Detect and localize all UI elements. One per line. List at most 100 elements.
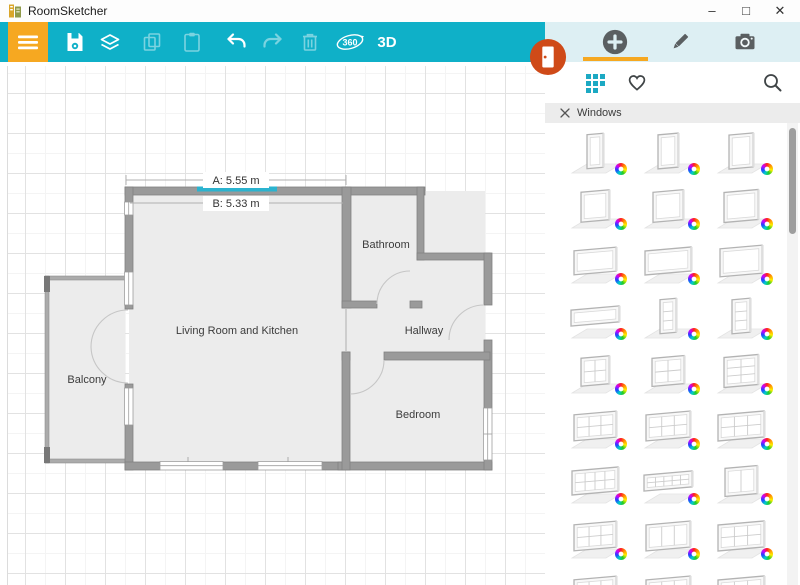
color-wheel-badge[interactable] xyxy=(688,383,700,395)
color-wheel-badge[interactable] xyxy=(615,548,627,560)
room-label-bathroom[interactable]: Bathroom xyxy=(362,239,410,251)
window-thumbnail[interactable] xyxy=(564,511,628,563)
window-thumbnail[interactable] xyxy=(564,456,628,508)
close-category-icon[interactable] xyxy=(557,105,573,121)
color-wheel-badge[interactable] xyxy=(761,493,773,505)
color-wheel-badge[interactable] xyxy=(688,163,700,175)
color-wheel-badge[interactable] xyxy=(761,328,773,340)
color-wheel-badge[interactable] xyxy=(688,548,700,560)
color-wheel-badge[interactable] xyxy=(761,163,773,175)
room-label-balcony[interactable]: Balcony xyxy=(67,374,107,386)
color-wheel-badge[interactable] xyxy=(761,273,773,285)
color-wheel-badge[interactable] xyxy=(615,328,627,340)
pencil-icon xyxy=(668,30,692,54)
tab-draw[interactable] xyxy=(657,22,703,62)
window-thumbnail[interactable] xyxy=(637,511,701,563)
window-thumbnail[interactable] xyxy=(564,401,628,453)
color-wheel-badge[interactable] xyxy=(688,218,700,230)
search-icon xyxy=(761,71,785,95)
window-thumbnail[interactable] xyxy=(637,126,701,178)
color-wheel-badge[interactable] xyxy=(615,438,627,450)
panel-tab-bar xyxy=(545,22,800,62)
delete-button[interactable] xyxy=(291,22,329,62)
close-button[interactable]: ✕ xyxy=(764,0,796,22)
hamburger-icon xyxy=(14,28,42,56)
door-tool-badge[interactable] xyxy=(529,38,567,76)
color-wheel-badge[interactable] xyxy=(688,273,700,285)
window-thumbnail[interactable] xyxy=(637,566,701,585)
copy-button[interactable] xyxy=(133,22,171,62)
color-wheel-badge[interactable] xyxy=(761,438,773,450)
floorplan-canvas[interactable]: A: 5.55 m B: 5.33 m Living Room and Kitc… xyxy=(0,62,545,585)
color-wheel-badge[interactable] xyxy=(615,163,627,175)
categories-grid-icon xyxy=(583,71,607,95)
window-thumbnail[interactable] xyxy=(710,236,774,288)
tab-camera[interactable] xyxy=(722,22,768,62)
category-label: Windows xyxy=(577,107,622,119)
balcony-floor[interactable] xyxy=(49,280,125,459)
view-3d-icon: 3D xyxy=(372,29,402,55)
search-button[interactable] xyxy=(759,71,787,95)
color-wheel-badge[interactable] xyxy=(761,383,773,395)
scrollbar-track[interactable] xyxy=(787,123,798,585)
room-label-bedroom[interactable]: Bedroom xyxy=(396,409,441,421)
room-label-living[interactable]: Living Room and Kitchen xyxy=(176,325,298,337)
scrollbar-thumb[interactable] xyxy=(789,128,796,234)
paste-button[interactable] xyxy=(173,22,211,62)
redo-button[interactable] xyxy=(253,22,291,62)
roomsketcher-app: RoomSketcher – □ ✕ xyxy=(0,0,800,585)
view-3d-button[interactable]: 3D xyxy=(368,22,406,62)
color-wheel-badge[interactable] xyxy=(615,383,627,395)
window-thumbnail[interactable] xyxy=(564,236,628,288)
color-wheel-badge[interactable] xyxy=(615,218,627,230)
color-wheel-badge[interactable] xyxy=(615,493,627,505)
view-360-button[interactable]: 360 xyxy=(331,22,369,62)
window-3d-preview xyxy=(637,566,701,585)
window-thumbnail[interactable] xyxy=(710,126,774,178)
window-thumbnail[interactable] xyxy=(710,401,774,453)
floorplan-drawing[interactable]: A: 5.55 m B: 5.33 m Living Room and Kitc… xyxy=(0,62,545,585)
plus-circle-icon xyxy=(602,29,628,55)
window-thumbnail[interactable] xyxy=(564,126,628,178)
dimension-a-label: A: 5.55 m xyxy=(212,175,259,187)
menu-button[interactable] xyxy=(8,22,48,62)
color-wheel-badge[interactable] xyxy=(615,273,627,285)
categories-grid-button[interactable] xyxy=(581,71,609,95)
undo-button[interactable] xyxy=(218,22,256,62)
save-button[interactable] xyxy=(56,22,94,62)
window-thumbnail[interactable] xyxy=(710,456,774,508)
window-thumbnail[interactable] xyxy=(710,346,774,398)
window-thumbnail[interactable] xyxy=(637,346,701,398)
window-thumbnail[interactable] xyxy=(710,291,774,343)
window-thumbnail[interactable] xyxy=(637,291,701,343)
window-thumbnail[interactable] xyxy=(564,566,628,585)
redo-icon xyxy=(260,30,284,54)
maximize-button[interactable]: □ xyxy=(730,0,762,22)
color-wheel-badge[interactable] xyxy=(688,438,700,450)
window-thumbnail[interactable] xyxy=(710,511,774,563)
color-wheel-badge[interactable] xyxy=(688,493,700,505)
minimize-button[interactable]: – xyxy=(696,0,728,22)
tab-add-items[interactable] xyxy=(592,22,638,62)
color-wheel-badge[interactable] xyxy=(761,548,773,560)
app-logo-icon xyxy=(7,3,23,19)
window-thumbnail[interactable] xyxy=(637,181,701,233)
window-thumbnail[interactable] xyxy=(637,236,701,288)
window-thumbnail[interactable] xyxy=(564,291,628,343)
camera-icon xyxy=(732,30,758,54)
color-wheel-badge[interactable] xyxy=(688,328,700,340)
window-3d-preview xyxy=(564,566,628,585)
color-wheel-badge[interactable] xyxy=(761,218,773,230)
room-label-hallway[interactable]: Hallway xyxy=(405,325,444,337)
window-thumbnail[interactable] xyxy=(564,181,628,233)
layers-button[interactable] xyxy=(91,22,129,62)
window-thumbnail[interactable] xyxy=(564,346,628,398)
window-thumbnail[interactable] xyxy=(637,456,701,508)
catalog-grid xyxy=(564,126,774,585)
trash-icon xyxy=(298,30,322,54)
undo-icon xyxy=(225,30,249,54)
window-thumbnail[interactable] xyxy=(637,401,701,453)
favorites-button[interactable] xyxy=(623,71,651,95)
window-thumbnail[interactable] xyxy=(710,181,774,233)
window-thumbnail[interactable] xyxy=(710,566,774,585)
